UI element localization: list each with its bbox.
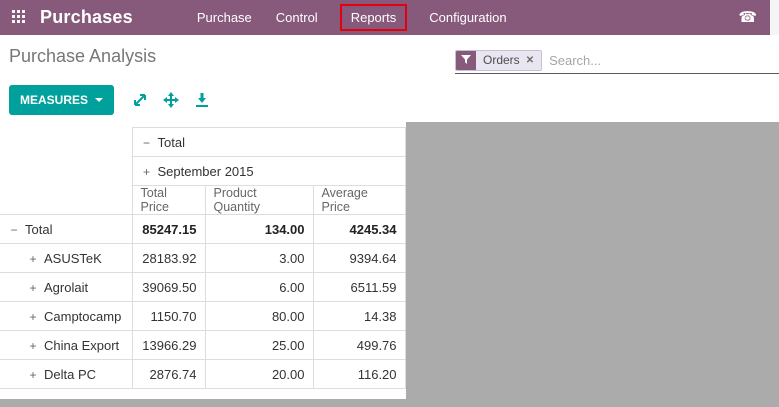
- cell-value: 14.38: [313, 302, 405, 331]
- search-bar: Orders ✕: [455, 47, 779, 74]
- cell-value: 20.00: [205, 360, 313, 389]
- app-window: Purchases Purchase Control Reports Confi…: [0, 0, 779, 407]
- collapse-icon[interactable]: −: [141, 136, 153, 150]
- cutoff-panel: [770, 0, 779, 35]
- row-label: ASUSTeK: [44, 251, 102, 266]
- expand-icon[interactable]: +: [27, 281, 39, 295]
- row-label: China Export: [44, 338, 119, 353]
- cell-value: 6511.59: [313, 273, 405, 302]
- col-group-total[interactable]: −Total: [132, 128, 405, 157]
- row-label: Total: [25, 222, 52, 237]
- measure-header-total-price[interactable]: Total Price: [132, 186, 205, 215]
- measure-header-product-quantity[interactable]: Product Quantity: [205, 186, 313, 215]
- row-label: Agrolait: [44, 280, 88, 295]
- chevron-down-icon: [95, 98, 103, 102]
- page-title: Purchase Analysis: [9, 46, 156, 67]
- expand-icon[interactable]: +: [27, 252, 39, 266]
- apps-grid-icon[interactable]: [12, 10, 27, 25]
- filter-icon: [456, 51, 476, 70]
- expand-icon[interactable]: +: [27, 368, 39, 382]
- facet-body: Orders ✕: [476, 51, 541, 70]
- col-subgroup-label: September 2015: [158, 164, 254, 179]
- row-label: Delta PC: [44, 367, 96, 382]
- menu-item-control[interactable]: Control: [264, 0, 330, 35]
- pivot-table: −Total +September 2015 Total Price Produ…: [0, 127, 406, 389]
- table-row: + ASUSTeK 28183.92 3.00 9394.64: [0, 244, 405, 273]
- table-row: + Delta PC 2876.74 20.00 116.20: [0, 360, 405, 389]
- expand-all-icon[interactable]: [163, 92, 179, 108]
- top-navbar: Purchases Purchase Control Reports Confi…: [0, 0, 779, 35]
- menu-item-configuration[interactable]: Configuration: [417, 0, 518, 35]
- cell-value: 499.76: [313, 331, 405, 360]
- cell-value: 28183.92: [132, 244, 205, 273]
- phone-icon[interactable]: ☎: [738, 10, 757, 25]
- app-title: Purchases: [40, 7, 133, 28]
- facet-remove-icon[interactable]: ✕: [526, 55, 534, 66]
- search-input[interactable]: [549, 53, 779, 68]
- measures-button-label: MEASURES: [20, 93, 88, 107]
- cell-value: 39069.50: [132, 273, 205, 302]
- cell-value: 4245.34: [313, 215, 405, 244]
- expand-icon[interactable]: +: [27, 339, 39, 353]
- menu-item-reports annotation-highlight[interactable]: Reports: [340, 4, 408, 31]
- main-menu: Purchase Control Reports Configuration: [185, 0, 519, 35]
- cell-value: 25.00: [205, 331, 313, 360]
- expand-icon[interactable]: +: [27, 310, 39, 324]
- pivot-toolbar-icons: [132, 92, 210, 108]
- table-row: −Total 85247.15 134.00 4245.34: [0, 215, 405, 244]
- cell-value: 116.20: [313, 360, 405, 389]
- row-header-asustek[interactable]: + ASUSTeK: [0, 244, 132, 273]
- row-header-camptocamp[interactable]: + Camptocamp: [0, 302, 132, 331]
- pivot-corner-cell: [0, 128, 132, 215]
- facet-label: Orders: [483, 53, 520, 67]
- expand-icon[interactable]: +: [141, 165, 153, 179]
- cell-value: 1150.70: [132, 302, 205, 331]
- measures-button[interactable]: MEASURES: [9, 85, 114, 115]
- cell-value: 80.00: [205, 302, 313, 331]
- search-facet-orders: Orders ✕: [455, 50, 542, 71]
- flip-axis-icon[interactable]: [132, 92, 148, 108]
- row-label: Camptocamp: [44, 309, 121, 324]
- menu-item-purchase[interactable]: Purchase: [185, 0, 264, 35]
- table-row: + Agrolait 39069.50 6.00 6511.59: [0, 273, 405, 302]
- cell-value: 3.00: [205, 244, 313, 273]
- col-group-total-label: Total: [158, 135, 185, 150]
- pivot-panel: −Total +September 2015 Total Price Produ…: [0, 122, 406, 399]
- table-row: + Camptocamp 1150.70 80.00 14.38: [0, 302, 405, 331]
- table-row: + China Export 13966.29 25.00 499.76: [0, 331, 405, 360]
- content-area: −Total +September 2015 Total Price Produ…: [0, 122, 779, 407]
- row-header-china-export[interactable]: + China Export: [0, 331, 132, 360]
- cell-value: 6.00: [205, 273, 313, 302]
- col-group-september-2015[interactable]: + September 2015: [132, 157, 405, 186]
- cell-value: 85247.15: [132, 215, 205, 244]
- cell-value: 13966.29: [132, 331, 205, 360]
- download-icon[interactable]: [194, 92, 210, 108]
- pivot-toolbar: MEASURES: [0, 77, 779, 122]
- measure-header-average-price[interactable]: Average Price: [313, 186, 405, 215]
- collapse-icon[interactable]: −: [8, 223, 20, 237]
- control-panel: Purchase Analysis Orders ✕: [0, 35, 779, 77]
- cell-value: 134.00: [205, 215, 313, 244]
- cell-value: 9394.64: [313, 244, 405, 273]
- pivot-colgroup-row: −Total: [0, 128, 405, 157]
- row-header-delta-pc[interactable]: + Delta PC: [0, 360, 132, 389]
- cell-value: 2876.74: [132, 360, 205, 389]
- row-header-total[interactable]: −Total: [0, 215, 132, 244]
- row-header-agrolait[interactable]: + Agrolait: [0, 273, 132, 302]
